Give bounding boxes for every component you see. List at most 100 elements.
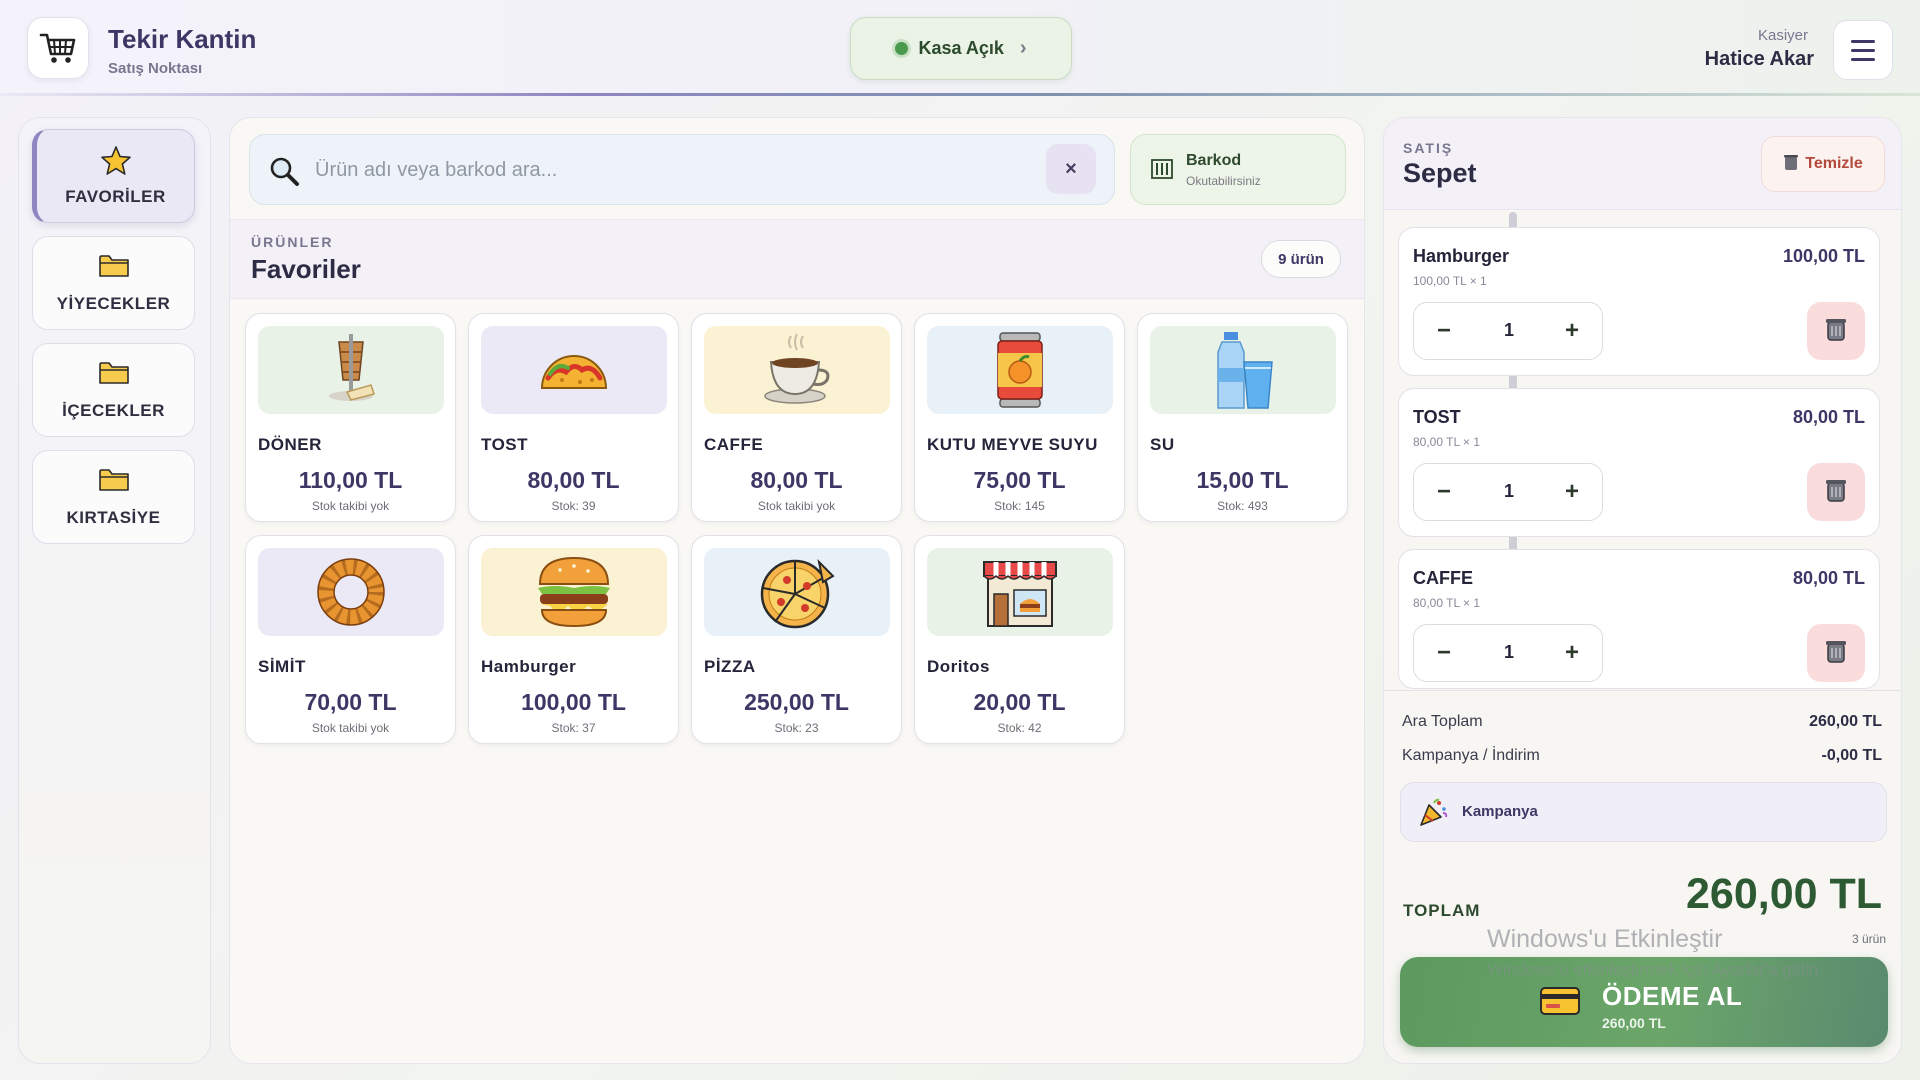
increase-quantity-button[interactable]: +: [1552, 315, 1592, 347]
decrease-quantity-button[interactable]: −: [1424, 476, 1464, 508]
product-price: 70,00 TL: [304, 689, 397, 715]
barcode-icon: [1151, 159, 1173, 184]
product-price: 20,00 TL: [973, 689, 1066, 715]
credit-card-icon: [1540, 987, 1580, 1020]
product-stock: Stok: 42: [997, 721, 1042, 735]
barcode-title: Barkod: [1186, 152, 1242, 169]
product-card-tost[interactable]: TOST 80,00 TL Stok: 39: [468, 313, 679, 522]
product-stock: Stok takibi yok: [311, 499, 390, 513]
product-stock: Stok: 23: [774, 721, 819, 735]
product-card-doner[interactable]: DÖNER 110,00 TL Stok takibi yok: [245, 313, 456, 522]
remove-item-button[interactable]: [1807, 624, 1865, 682]
category-favorites[interactable]: FAVORİLER: [32, 129, 195, 223]
product-count-badge: 9 ürün: [1261, 240, 1341, 278]
decrease-quantity-button[interactable]: −: [1424, 637, 1464, 669]
increase-quantity-button[interactable]: +: [1552, 637, 1592, 669]
hamburger-icon: [481, 548, 667, 636]
cart-item-unit-price: 80,00 TL × 1: [1413, 435, 1481, 449]
trash-icon: [1783, 153, 1799, 176]
category-label: FAVORİLER: [65, 187, 166, 206]
product-stock: Stok: 145: [994, 499, 1045, 513]
product-name: SİMİT: [258, 657, 306, 676]
quantity-stepper: − 1 +: [1413, 624, 1603, 682]
category-drinks[interactable]: İÇECEKLER: [32, 343, 195, 437]
header-divider: [0, 93, 1920, 96]
product-card-hamburger[interactable]: Hamburger 100,00 TL Stok: 37: [468, 535, 679, 744]
product-name: TOST: [481, 435, 529, 454]
product-name: KUTU MEYVE SUYU: [927, 435, 1098, 454]
products-header: [230, 219, 1364, 299]
trash-icon: [1824, 477, 1848, 508]
quantity-value: 1: [1503, 320, 1514, 340]
folder-icon: [98, 252, 130, 282]
taco-icon: [481, 326, 667, 414]
cart-item-total: 80,00 TL: [1792, 407, 1865, 427]
barcode-scan-button[interactable]: Barkod Okutabilirsiniz: [1130, 134, 1346, 205]
product-price: 250,00 TL: [744, 689, 849, 715]
barcode-subtitle: Okutabilirsiniz: [1186, 174, 1261, 188]
total-value: 260,00 TL: [1686, 870, 1882, 918]
product-price: 75,00 TL: [973, 467, 1066, 493]
discount-row: Kampanya / İndirim -0,00 TL: [1402, 747, 1882, 765]
total-label: TOPLAM: [1403, 901, 1481, 920]
star-icon: [100, 145, 132, 175]
water-bottle-icon: [1150, 326, 1336, 414]
campaign-button[interactable]: Kampanya: [1400, 782, 1887, 842]
total-item-count: 3 ürün: [1851, 932, 1886, 946]
quantity-value: 1: [1503, 642, 1514, 662]
register-status-label: Kasa Açık: [918, 38, 1004, 58]
increase-quantity-button[interactable]: +: [1552, 476, 1592, 508]
product-card-pizza[interactable]: PİZZA 250,00 TL Stok: 23: [691, 535, 902, 744]
simit-icon: [258, 548, 444, 636]
cart-item-name: Hamburger: [1413, 246, 1510, 266]
activation-watermark-title: Windows'u Etkinleştir: [1487, 925, 1723, 953]
campaign-label: Kampanya: [1462, 803, 1538, 820]
activation-watermark-text: Windows'u etkinleştirmek için Ayarlar'a …: [1487, 960, 1823, 979]
product-price: 80,00 TL: [527, 467, 620, 493]
product-stock: Stok: 37: [551, 721, 596, 735]
register-status-button[interactable]: Kasa Açık ›: [850, 17, 1072, 80]
clear-search-button[interactable]: ×: [1046, 144, 1096, 194]
decrease-quantity-button[interactable]: −: [1424, 315, 1464, 347]
cart-divider: [1384, 690, 1901, 691]
hamburger-menu-button[interactable]: [1833, 20, 1893, 80]
section-kicker: ÜRÜNLER: [251, 234, 334, 250]
product-price: 80,00 TL: [750, 467, 843, 493]
remove-item-button[interactable]: [1807, 463, 1865, 521]
folder-icon: [98, 466, 130, 496]
checkout-label: ÖDEME AL: [1602, 981, 1743, 1011]
cart-logo-icon: [27, 17, 89, 79]
quantity-stepper: − 1 +: [1413, 302, 1603, 360]
category-food[interactable]: YİYECEKLER: [32, 236, 195, 330]
product-name: Hamburger: [481, 657, 577, 676]
menu-icon: [1851, 39, 1875, 43]
search-icon: [268, 155, 300, 187]
product-card-simit[interactable]: SİMİT 70,00 TL Stok takibi yok: [245, 535, 456, 744]
product-name: Doritos: [927, 657, 990, 676]
remove-item-button[interactable]: [1807, 302, 1865, 360]
product-stock: Stok: 493: [1217, 499, 1268, 513]
category-stationery[interactable]: KIRTASİYE: [32, 450, 195, 544]
cashier-role: Kasiyer: [1757, 27, 1808, 44]
juice-can-icon: [927, 326, 1113, 414]
product-card-doritos[interactable]: Doritos 20,00 TL Stok: 42: [914, 535, 1125, 744]
clear-cart-label: Temizle: [1805, 155, 1863, 172]
app-title: Tekir Kantin: [108, 24, 257, 54]
product-stock: Stok takibi yok: [757, 499, 836, 513]
category-sidebar: FAVORİLER YİYECEKLER İÇECEKLER KIRTASİYE: [18, 117, 211, 1064]
checkout-amount: 260,00 TL: [1602, 1015, 1666, 1031]
search-bar: ×: [249, 134, 1115, 205]
product-card-water[interactable]: SU 15,00 TL Stok: 493: [1137, 313, 1348, 522]
clear-cart-button[interactable]: Temizle: [1761, 136, 1885, 192]
category-label: YİYECEKLER: [56, 294, 171, 313]
cart-item: TOST 80,00 TL 80,00 TL × 1 − 1 +: [1398, 388, 1880, 537]
subtotal-label: Ara Toplam: [1402, 713, 1483, 730]
cart-item: Hamburger 100,00 TL 100,00 TL × 1 − 1 +: [1398, 227, 1880, 376]
search-input[interactable]: [315, 147, 1015, 193]
product-price: 15,00 TL: [1196, 467, 1289, 493]
quantity-value: 1: [1503, 481, 1514, 501]
product-card-juice[interactable]: KUTU MEYVE SUYU 75,00 TL Stok: 145: [914, 313, 1125, 522]
product-card-caffe[interactable]: CAFFE 80,00 TL Stok takibi yok: [691, 313, 902, 522]
product-name: PİZZA: [704, 657, 756, 676]
product-stock: Stok: 39: [551, 499, 596, 513]
